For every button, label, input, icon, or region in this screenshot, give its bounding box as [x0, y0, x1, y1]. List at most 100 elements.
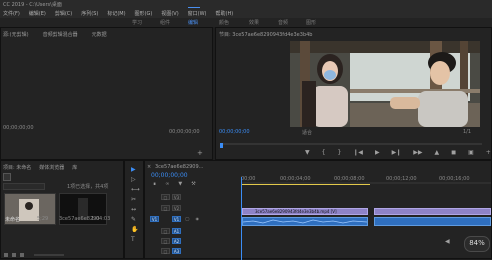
- tab-project[interactable]: 项目: 未命名: [3, 164, 31, 171]
- project-item-duration: 1:04:03: [91, 216, 111, 222]
- project-item-duration: 5;29: [37, 216, 49, 222]
- work-area-bar[interactable]: [241, 184, 370, 185]
- audio-clip[interactable]: [374, 217, 491, 226]
- razor-tool-icon[interactable]: ✂: [131, 196, 136, 203]
- snap-icon[interactable]: ∎: [153, 181, 156, 187]
- tab-library[interactable]: 库: [72, 164, 77, 171]
- type-tool-icon[interactable]: T: [131, 236, 135, 243]
- track-lock-toggle[interactable]: □: [161, 194, 170, 200]
- source-monitor-panel: 源:(无剪辑) 音频剪辑混合器 元数据 00;00;00;00 00;00;00…: [0, 27, 213, 160]
- menu-item[interactable]: 帮助(H): [216, 10, 234, 17]
- settings-wrench-icon[interactable]: ⚒: [191, 181, 195, 187]
- tab-media-browser[interactable]: 媒体浏览器: [39, 164, 64, 171]
- workspace-tab-color[interactable]: 颜色: [219, 19, 229, 26]
- video-clip[interactable]: 3ce57ae6e8290943fd4e3e3b4b.mp4 [V]: [242, 208, 368, 215]
- track-label-a2[interactable]: A2: [172, 238, 181, 244]
- track-label-v3[interactable]: V3: [172, 194, 181, 200]
- active-workspace-indicator: [188, 7, 200, 8]
- transport-controls: ▼ { } ❙◀ ▶ ▶❙ ▶▶ ▲ ◼ ▣ +: [305, 149, 491, 156]
- track-select-tool-icon[interactable]: ▷: [131, 176, 136, 183]
- ruler-label: 00;00;04;00: [280, 176, 311, 182]
- project-selection-info: 1项已选择，共4项: [67, 184, 109, 190]
- timeline-close-icon[interactable]: ×: [147, 164, 151, 170]
- project-search-input[interactable]: [3, 183, 45, 190]
- step-forward-icon[interactable]: ▶❙: [392, 149, 402, 156]
- program-tabs: 节目: 3ce57ae6e8290943fd4e3e3b4b: [219, 31, 312, 38]
- lift-icon[interactable]: ▲: [434, 149, 439, 156]
- track-lock-toggle[interactable]: □: [161, 228, 170, 234]
- play-icon[interactable]: ▶: [375, 149, 380, 156]
- track-label-a3[interactable]: A3: [172, 248, 181, 254]
- hand-tool-icon[interactable]: ✋: [131, 226, 138, 233]
- toggle-output-icon[interactable]: ◉: [195, 216, 199, 221]
- track-lock-toggle[interactable]: □: [161, 248, 170, 254]
- menu-bar: CC 2019 - C:\Users\桌面 文件(F) 编辑(E) 剪辑(C) …: [0, 0, 492, 18]
- source-patch-v1[interactable]: V1: [150, 216, 159, 222]
- ruler-label: 00;00: [241, 176, 256, 182]
- project-tabs: 项目: 未命名 媒体浏览器 库: [3, 164, 77, 171]
- program-timecode[interactable]: 00;00;00;00: [219, 129, 250, 135]
- workspace-tab-editing[interactable]: 编辑: [188, 19, 198, 26]
- step-back-icon[interactable]: ❙◀: [353, 149, 363, 156]
- workspace-tab-effects[interactable]: 效果: [249, 19, 259, 26]
- project-item-name[interactable]: 未命名: [5, 216, 20, 223]
- track-lock-toggle[interactable]: □: [161, 205, 170, 211]
- track-lock-toggle[interactable]: □: [161, 238, 170, 244]
- menu-item[interactable]: 剪辑(C): [55, 10, 72, 17]
- workspace-tab-audio[interactable]: 音频: [278, 19, 288, 26]
- selection-tool-icon[interactable]: ▶: [131, 166, 136, 173]
- program-title[interactable]: 节目: 3ce57ae6e8290943fd4e3e3b4b: [219, 31, 312, 38]
- track-label-v1[interactable]: V1: [172, 216, 181, 222]
- menu-item[interactable]: 编辑(E): [29, 10, 46, 17]
- program-scrub-ruler[interactable]: [220, 138, 482, 146]
- program-video-frame: [290, 41, 480, 127]
- video-frame-image: [290, 41, 480, 127]
- source-tabs: 源:(无剪辑) 音频剪辑混合器 元数据: [3, 31, 107, 38]
- zoom-badge[interactable]: 84%: [464, 236, 490, 252]
- track-label-a1[interactable]: A1: [172, 228, 181, 234]
- project-footer-icons: [4, 253, 104, 257]
- project-panel: 项目: 未命名 媒体浏览器 库 1项已选择，共4项 未命名 5;29 3ce57…: [0, 160, 124, 259]
- workspace-tab-assembly[interactable]: 组件: [160, 19, 170, 26]
- tab-metadata[interactable]: 元数据: [92, 31, 107, 38]
- camera-icon[interactable]: ▣: [468, 149, 474, 156]
- program-playhead[interactable]: [220, 143, 223, 148]
- add-button[interactable]: +: [197, 149, 203, 157]
- mark-in-icon[interactable]: ▼: [305, 149, 310, 156]
- program-fit[interactable]: 适合: [302, 129, 312, 136]
- workspace-tab-graphics[interactable]: 图形: [306, 19, 316, 26]
- source-timecode-left: 00;00;00;00: [3, 125, 34, 131]
- menu-item[interactable]: 视图(V): [161, 10, 178, 17]
- add-marker-icon[interactable]: ▼: [178, 181, 182, 187]
- timeline-timecode[interactable]: 00;00;00;00: [151, 172, 188, 179]
- menu-item[interactable]: 窗口(W): [188, 10, 207, 17]
- project-folder-icon[interactable]: [3, 173, 11, 181]
- menu-item[interactable]: 文件(F): [3, 10, 20, 17]
- linked-selection-icon[interactable]: ∞: [165, 181, 169, 187]
- track-label-v2[interactable]: V2: [172, 205, 181, 211]
- ripple-edit-tool-icon[interactable]: ⟷: [131, 186, 140, 193]
- timeline-toolbar: ∎ ∞ ▼ ⚒: [153, 181, 196, 187]
- program-fraction[interactable]: 1/1: [463, 129, 471, 135]
- extract-icon[interactable]: ◼: [451, 149, 456, 156]
- menu-item[interactable]: 标记(M): [107, 10, 125, 17]
- workspace-tab-learn[interactable]: 学习: [132, 19, 142, 26]
- video-clip[interactable]: [374, 208, 491, 215]
- mark-out-bracket-icon[interactable]: }: [337, 149, 341, 156]
- source-timecode-right: 00;00;00;00: [169, 129, 200, 135]
- sync-lock-icon[interactable]: ◯: [185, 216, 189, 221]
- nav-arrow-icon[interactable]: ◀: [445, 238, 450, 245]
- tools-panel: ▶ ▷ ⟷ ✂ ↔ ✎ ✋ T: [124, 160, 144, 259]
- menu-item[interactable]: 序列(S): [81, 10, 98, 17]
- pen-tool-icon[interactable]: ✎: [131, 216, 136, 223]
- tab-source[interactable]: 源:(无剪辑): [3, 31, 29, 38]
- audio-clip[interactable]: [242, 217, 368, 226]
- go-to-out-icon[interactable]: ▶▶: [413, 149, 422, 156]
- menu-item[interactable]: 图形(G): [135, 10, 153, 17]
- add-icon[interactable]: +: [486, 149, 491, 156]
- timeline-sequence-tab[interactable]: 3ce57ae6e82909...: [155, 164, 203, 170]
- slip-tool-icon[interactable]: ↔: [131, 206, 136, 213]
- mark-in-bracket-icon[interactable]: {: [322, 149, 326, 156]
- video-clip-label: 3ce57ae6e8290943fd4e3e3b4b.mp4 [V]: [255, 209, 337, 214]
- tab-audio-mixer[interactable]: 音频剪辑混合器: [43, 31, 78, 38]
